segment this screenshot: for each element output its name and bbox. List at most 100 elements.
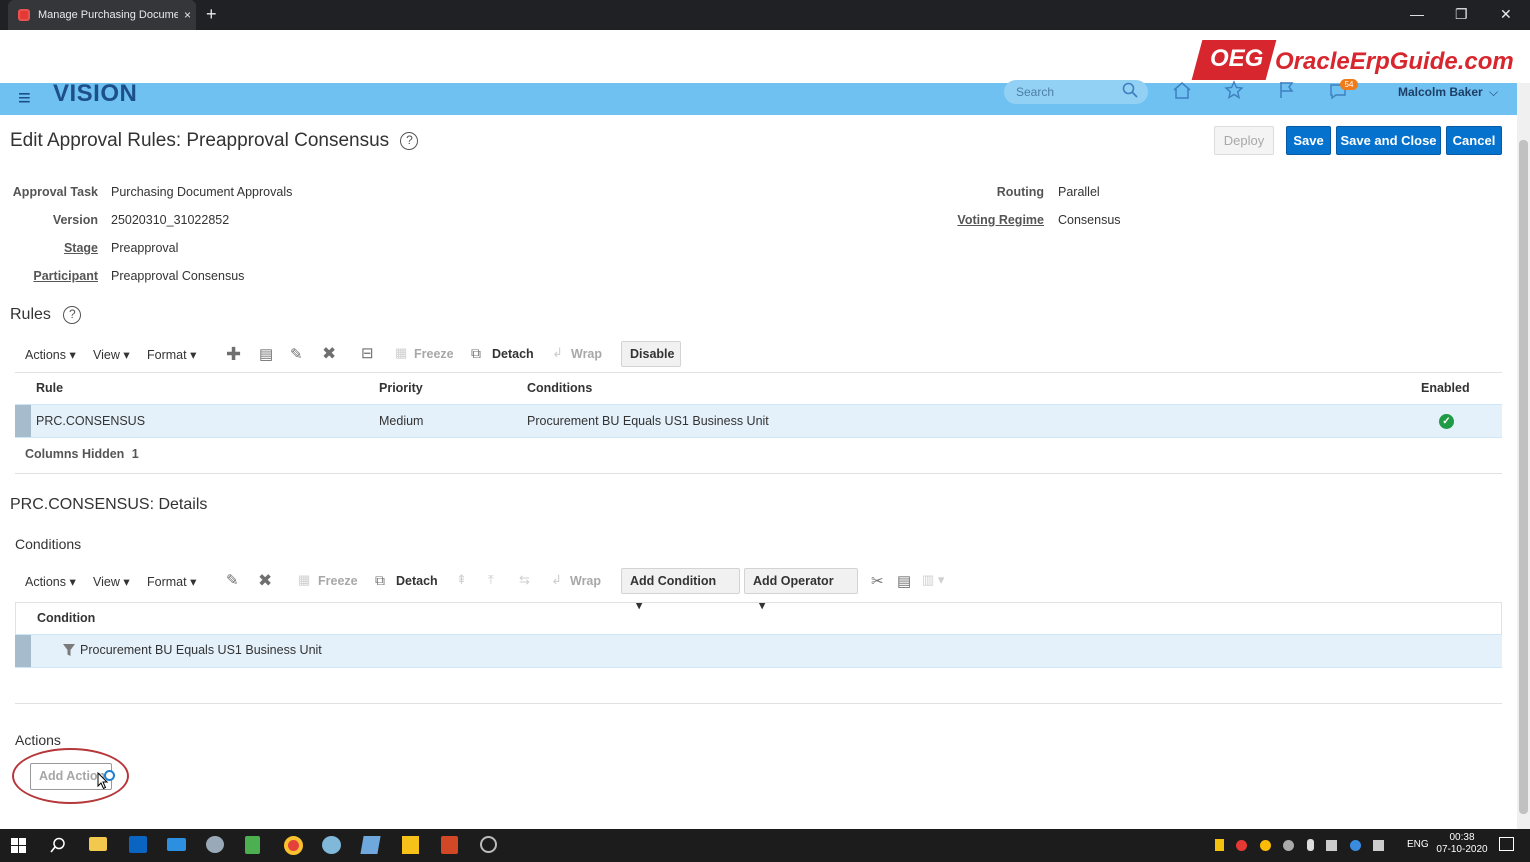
col-header-conditions[interactable]: Conditions <box>527 381 592 395</box>
app-icon[interactable] <box>480 836 497 853</box>
stage-link[interactable]: Stage <box>10 241 98 255</box>
delete-x-icon[interactable]: ✖ <box>258 571 272 591</box>
add-row-icon[interactable]: ✚ <box>226 344 241 365</box>
save-button[interactable]: Save <box>1286 126 1331 155</box>
voting-regime-link[interactable]: Voting Regime <box>940 213 1044 227</box>
participant-link[interactable]: Participant <box>10 269 98 283</box>
conditions-actions-label: Actions <box>25 575 66 589</box>
delete-x-icon[interactable]: ✖ <box>322 344 336 364</box>
rules-freeze-button[interactable]: Freeze <box>414 347 454 361</box>
columns-hidden-label: Columns Hidden <box>25 447 125 461</box>
app-icon[interactable] <box>206 836 224 853</box>
conditions-view-menu[interactable]: View ▾ <box>93 574 130 589</box>
cut-icon[interactable]: ✂ <box>871 572 884 590</box>
file-explorer-icon[interactable] <box>89 837 107 851</box>
rules-actions-menu[interactable]: Actions ▾ <box>25 347 76 362</box>
wrap-icon: ↲ <box>551 572 562 587</box>
conditions-freeze-button[interactable]: Freeze <box>318 574 358 588</box>
notification-count-badge: 54 <box>1340 79 1358 90</box>
watchlist-flag-icon[interactable] <box>1277 80 1297 100</box>
move-top-icon[interactable]: ⤒ <box>488 572 494 588</box>
edit-pencil-icon[interactable]: ✎ <box>226 571 239 589</box>
clock-date: 07-10-2020 <box>1436 844 1488 855</box>
conditions-table-top-border <box>15 602 1502 603</box>
system-tray-icons[interactable] <box>1215 838 1395 852</box>
col-header-condition[interactable]: Condition <box>37 611 95 625</box>
actions-title: Actions <box>15 732 61 748</box>
add-operator-button[interactable]: Add Operator ▾ <box>744 568 858 612</box>
rules-wrap-button[interactable]: Wrap <box>571 347 602 361</box>
query-by-example-icon[interactable]: ⊟ <box>361 344 374 362</box>
app-icon[interactable] <box>360 836 381 854</box>
rules-view-menu[interactable]: View ▾ <box>93 347 130 362</box>
condition-cell[interactable]: Procurement BU Equals US1 Business Unit <box>80 643 322 657</box>
scrollbar-thumb[interactable] <box>1519 140 1528 814</box>
conditions-format-menu[interactable]: Format ▾ <box>147 574 196 589</box>
paste-icon[interactable]: ▥ ▾ <box>922 572 944 588</box>
row-selection-marker[interactable] <box>15 635 31 667</box>
caret-down-icon: ▾ <box>190 575 197 589</box>
voting-regime-value: Consensus <box>1058 213 1121 227</box>
notepad-icon[interactable] <box>245 836 260 854</box>
powerpoint-icon[interactable] <box>441 836 458 854</box>
conditions-view-label: View <box>93 575 120 589</box>
col-header-enabled[interactable]: Enabled <box>1421 381 1470 395</box>
help-icon[interactable]: ? <box>400 132 419 150</box>
navigator-menu-icon[interactable]: ≡ <box>18 85 31 111</box>
conditions-detach-button[interactable]: Detach <box>396 574 438 588</box>
rules-help-icon[interactable]: ? <box>63 306 82 324</box>
save-and-close-button[interactable]: Save and Close <box>1336 126 1441 155</box>
approval-task-label: Approval Task <box>12 185 98 199</box>
app-icon[interactable] <box>322 836 341 854</box>
stage-value: Preapproval <box>111 241 179 255</box>
deploy-button[interactable]: Deploy <box>1214 126 1274 155</box>
home-icon[interactable] <box>1172 81 1192 99</box>
chrome-icon[interactable] <box>284 836 303 855</box>
rules-format-menu[interactable]: Format ▾ <box>147 347 196 362</box>
mail-icon[interactable] <box>167 838 186 851</box>
sticky-notes-icon[interactable] <box>402 836 419 854</box>
windows-start-icon[interactable] <box>11 838 26 853</box>
col-header-priority[interactable]: Priority <box>379 381 423 395</box>
tab-close-icon[interactable]: × <box>184 8 191 22</box>
rules-detach-button[interactable]: Detach <box>492 347 534 361</box>
add-operator-label: Add Operator <box>753 574 834 588</box>
edit-pencil-icon[interactable]: ✎ <box>290 345 303 363</box>
rules-table-top-border <box>15 372 1502 373</box>
duplicate-icon[interactable]: ▤ <box>259 345 273 363</box>
rules-table-bottom-border <box>15 473 1502 474</box>
restore-button[interactable]: ❐ <box>1455 6 1468 23</box>
minimize-button[interactable]: — <box>1410 6 1424 22</box>
window-close-button[interactable]: ✕ <box>1500 6 1512 23</box>
search-icon[interactable] <box>1122 82 1138 98</box>
indent-icon[interactable]: ⇆ <box>519 572 530 588</box>
browser-tab[interactable]: Manage Purchasing Document A × <box>8 0 196 30</box>
rules-actions-label: Actions <box>25 348 66 362</box>
clock[interactable]: 00:38 07-10-2020 <box>1436 832 1488 856</box>
browser-tab-title: Manage Purchasing Document A <box>38 9 178 21</box>
action-center-icon[interactable] <box>1499 837 1514 851</box>
wrap-icon: ↲ <box>552 345 563 360</box>
conditions-actions-menu[interactable]: Actions ▾ <box>25 574 76 589</box>
oeg-logo-badge: OEG <box>1210 45 1264 72</box>
user-menu[interactable]: Malcolm Baker ⌵ <box>1398 85 1498 100</box>
enabled-check-icon: ✓ <box>1439 414 1454 429</box>
outlook-icon[interactable] <box>129 836 147 853</box>
row-selection-marker[interactable] <box>15 405 31 437</box>
page-title: Edit Approval Rules: Preapproval Consens… <box>10 130 419 152</box>
columns-hidden-count: 1 <box>131 447 139 461</box>
col-header-rule[interactable]: Rule <box>36 381 63 395</box>
move-up-icon[interactable]: ⇞ <box>456 572 467 588</box>
search-input[interactable] <box>1016 84 1116 100</box>
taskbar-search-icon[interactable] <box>50 837 66 853</box>
input-language[interactable]: ENG <box>1407 839 1429 850</box>
new-tab-button[interactable]: + <box>206 4 217 25</box>
conditions-wrap-button[interactable]: Wrap <box>570 574 601 588</box>
annotation-highlight-circle <box>12 748 129 804</box>
favorites-star-icon[interactable] <box>1224 80 1244 100</box>
disable-rule-button[interactable]: Disable <box>621 341 681 367</box>
add-condition-button[interactable]: Add Condition ▾ <box>621 568 740 612</box>
cancel-button[interactable]: Cancel <box>1446 126 1502 155</box>
app-name[interactable]: VISION <box>53 80 137 108</box>
copy-icon[interactable]: ▤ <box>897 572 911 590</box>
